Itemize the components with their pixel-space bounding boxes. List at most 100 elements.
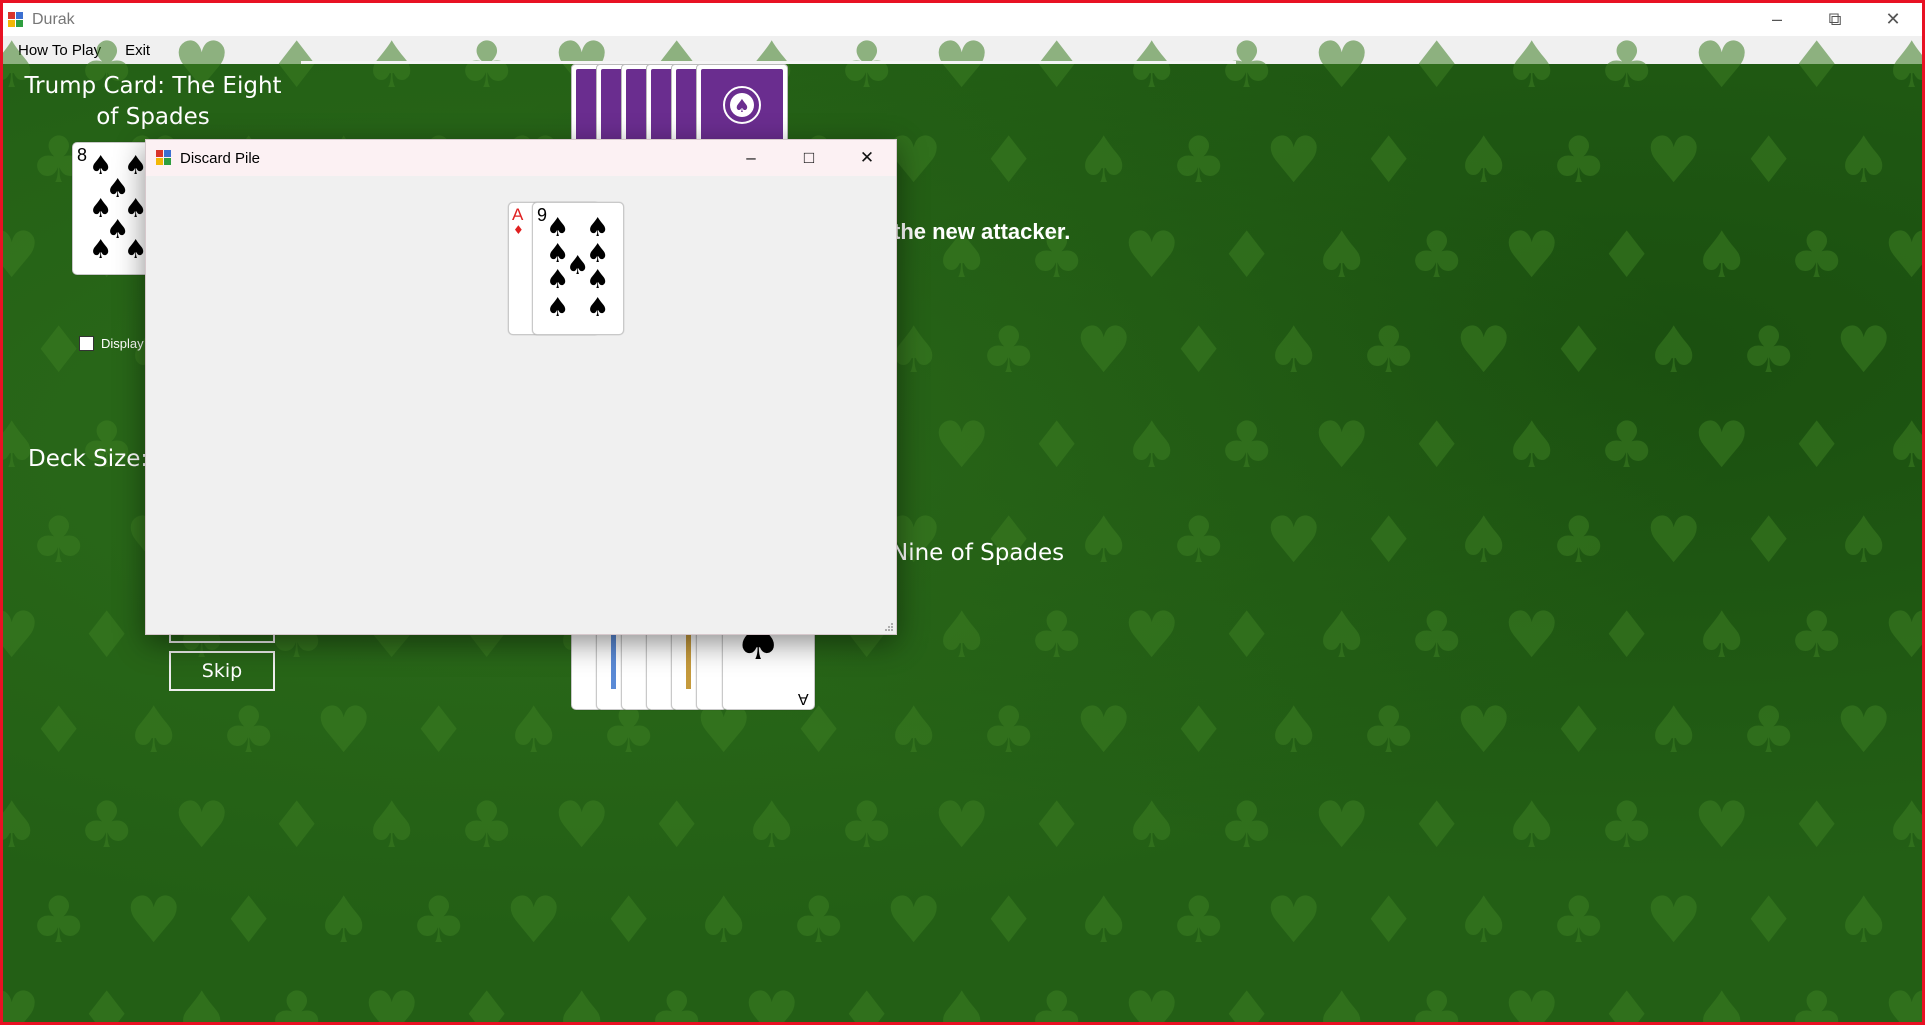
felt-suit-icon: ♣ [1788, 979, 1846, 1025]
felt-suit-icon: ♦ [1360, 124, 1418, 198]
felt-suit-icon: ♥ [1693, 409, 1751, 483]
felt-suit-icon: ♥ [1883, 984, 1922, 1022]
felt-suit-icon: ♦ [1550, 694, 1608, 768]
felt-suit-icon: ♠ [1693, 979, 1751, 1025]
felt-suit-icon: ♥ [1455, 694, 1513, 768]
felt-suit-icon: ♥ [1265, 884, 1323, 958]
felt-suit-icon: ♣ [980, 694, 1038, 768]
felt-suit-icon: ♠ [1835, 504, 1893, 578]
felt-suit-icon: ♦ [1598, 979, 1656, 1025]
felt-suit-icon: ♠ [1645, 314, 1703, 388]
felt-suit-icon: ♦ [838, 979, 896, 1025]
felt-suit-icon: ♠ [1455, 504, 1513, 578]
felt-suit-icon: ♦ [78, 979, 136, 1025]
felt-suit-icon: ♣ [268, 979, 326, 1025]
felt-suit-icon: ♥ [1123, 599, 1181, 673]
felt-suit-icon: ♦ [1170, 314, 1228, 388]
dialog-title: Discard Pile [180, 149, 261, 167]
felt-suit-icon: ♦ [410, 694, 468, 768]
felt-suit-icon: ♦ [1218, 979, 1276, 1025]
discard-pile-dialog: Discard Pile – □ ✕ A ♦ 9 ♠ ♠ ♠ ♠ ♠ ♠ ♠ ♠… [145, 139, 897, 635]
felt-suit-icon: ♠ [1123, 29, 1181, 103]
felt-suit-icon: ♥ [1645, 124, 1703, 198]
discard-card-nine-of-spades: 9 ♠ ♠ ♠ ♠ ♠ ♠ ♠ ♠ ♠ [532, 202, 624, 335]
display-option[interactable]: Display [79, 336, 144, 351]
felt-suit-icon: ♠ [1455, 124, 1513, 198]
felt-suit-icon: ♠ [1693, 599, 1751, 673]
felt-suit-icon: ♣ [1788, 599, 1846, 673]
felt-suit-icon: ♣ [30, 504, 88, 578]
felt-suit-icon: ♦ [1740, 504, 1798, 578]
felt-suit-icon: ♦ [1550, 314, 1608, 388]
felt-suit-icon: ♠ [1313, 599, 1371, 673]
felt-suit-icon: ♥ [1075, 314, 1133, 388]
window-title: Durak [32, 10, 75, 28]
played-card-message: Nine of Spades [891, 540, 1065, 566]
resize-grip-icon[interactable] [884, 622, 894, 632]
felt-suit-icon: ♣ [648, 979, 706, 1025]
display-checkbox[interactable] [79, 336, 94, 351]
felt-suit-icon: ♠ [1835, 884, 1893, 958]
felt-suit-icon: ♣ [838, 789, 896, 863]
felt-suit-icon: ♥ [315, 694, 373, 768]
felt-suit-icon: ♠ [1075, 124, 1133, 198]
felt-suit-icon: ♣ [1218, 409, 1276, 483]
felt-suit-icon: ♣ [458, 789, 516, 863]
felt-suit-icon: ♥ [553, 789, 611, 863]
felt-suit-icon: ♥ [1313, 29, 1371, 103]
felt-suit-icon: ♠ [1455, 884, 1513, 958]
felt-suit-icon: ♦ [1360, 884, 1418, 958]
felt-suit-icon: ♣ [1598, 29, 1656, 103]
felt-suit-icon: ♥ [3, 984, 40, 1022]
felt-suit-icon: ♦ [1788, 789, 1846, 863]
felt-suit-icon: ♣ [1028, 599, 1086, 673]
felt-suit-icon: ♣ [1740, 314, 1798, 388]
felt-suit-icon: ♠ [1503, 789, 1561, 863]
opponent-card-top[interactable]: ♠ [696, 64, 788, 146]
felt-suit-icon: ♦ [1598, 219, 1656, 293]
felt-suit-icon: ♣ [1550, 884, 1608, 958]
felt-suit-icon: ♠ [1075, 504, 1133, 578]
felt-suit-icon: ♣ [1408, 219, 1466, 293]
felt-suit-icon: ♠ [363, 29, 421, 103]
felt-suit-icon: ♦ [220, 884, 278, 958]
felt-suit-icon: ♥ [743, 979, 801, 1025]
felt-suit-icon: ♠ [1265, 314, 1323, 388]
felt-suit-icon: ♠ [553, 979, 611, 1025]
felt-suit-icon: ♣ [1598, 789, 1656, 863]
dialog-minimize-button[interactable]: – [722, 140, 780, 176]
felt-suit-icon: ♣ [1740, 694, 1798, 768]
felt-suit-icon: ♣ [220, 694, 278, 768]
minimize-icon: – [1771, 9, 1782, 29]
felt-suit-icon: ♠ [933, 599, 991, 673]
felt-suit-icon: ♠ [1265, 694, 1323, 768]
felt-suit-icon: ♦ [1408, 409, 1466, 483]
felt-suit-icon: ♥ [1883, 604, 1922, 668]
svg-text:♠: ♠ [734, 96, 750, 117]
skip-button[interactable]: Skip [169, 651, 275, 691]
felt-suit-icon: ♥ [1503, 219, 1561, 293]
dialog-close-button[interactable]: ✕ [838, 140, 896, 176]
felt-suit-icon: ♣ [1408, 979, 1466, 1025]
felt-suit-icon: ♥ [1123, 979, 1181, 1025]
felt-suit-icon: ♦ [1740, 124, 1798, 198]
felt-suit-icon: ♥ [1645, 884, 1703, 958]
felt-suit-icon: ♥ [3, 604, 40, 668]
card-back-emblem-icon: ♠ [723, 86, 761, 124]
felt-suit-icon: ♠ [885, 694, 943, 768]
felt-suit-icon: ♥ [1455, 314, 1513, 388]
trump-card-label: Trump Card: The Eight of Spades [24, 73, 282, 130]
dialog-titlebar[interactable]: Discard Pile – □ ✕ [146, 140, 896, 176]
felt-suit-icon: ♣ [458, 29, 516, 103]
status-message: the new attacker. [893, 219, 1071, 244]
felt-suit-icon: ♥ [1883, 224, 1922, 288]
dialog-maximize-button[interactable]: □ [780, 140, 838, 176]
felt-suit-icon: ♠ [1313, 979, 1371, 1025]
felt-suit-icon: ♠ [1883, 794, 1922, 858]
felt-suit-icon: ♣ [1550, 124, 1608, 198]
felt-suit-icon: ♦ [1408, 29, 1466, 103]
felt-suit-icon: ♣ [838, 29, 896, 103]
spade-icon: ♠ [586, 213, 610, 243]
felt-suit-icon: ♠ [1503, 29, 1561, 103]
felt-suit-icon: ♦ [1028, 789, 1086, 863]
